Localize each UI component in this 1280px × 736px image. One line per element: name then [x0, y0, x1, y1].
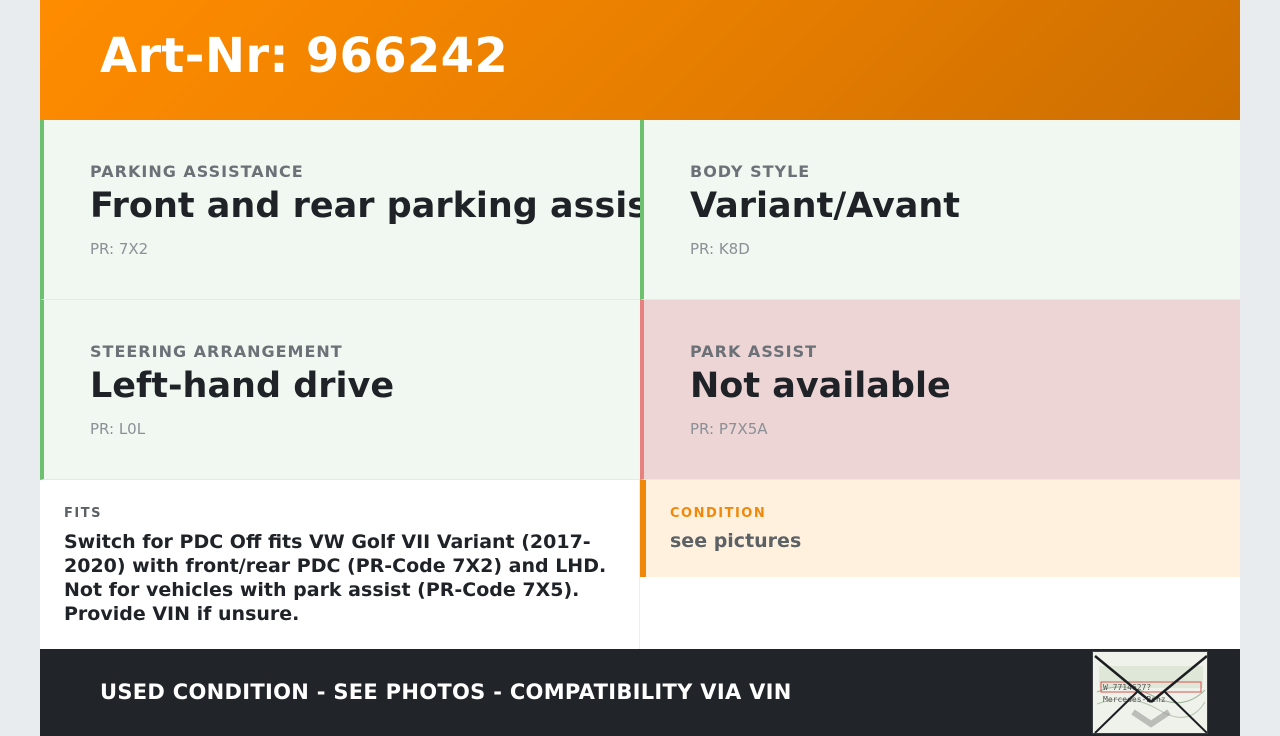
spec-label: PARK ASSIST [690, 342, 818, 361]
spec-pr-code: PR: L0L [90, 420, 146, 438]
condition-label: CONDITION [670, 506, 767, 521]
fits-section: FITS Switch for PDC Off fits VW Golf VII… [40, 480, 640, 649]
condition-section: CONDITION see pictures [640, 480, 1240, 577]
product-card: Art-Nr: 966242 PARKING ASSISTANCE Front … [40, 0, 1240, 736]
spec-parking-assistance: PARKING ASSISTANCE Front and rear parkin… [40, 120, 665, 300]
spec-park-assist: PARK ASSIST Not available PR: P7X5A [640, 300, 1240, 480]
spec-body-style: BODY STYLE Variant/Avant PR: K8D [640, 120, 1240, 300]
footer-text: USED CONDITION - SEE PHOTOS - COMPATIBIL… [100, 680, 792, 704]
spec-value: Variant/Avant [690, 186, 961, 226]
spec-pr-code: PR: P7X5A [690, 420, 768, 438]
spec-label: BODY STYLE [690, 162, 811, 181]
footer-bar: USED CONDITION - SEE PHOTOS - COMPATIBIL… [40, 649, 1240, 736]
article-number-title: Art-Nr: 966242 [100, 28, 509, 84]
fits-label: FITS [64, 506, 102, 521]
spec-label: STEERING ARRANGEMENT [90, 342, 343, 361]
spec-value: Left-hand drive [90, 366, 395, 406]
fits-text: Switch for PDC Off fits VW Golf VII Vari… [64, 531, 607, 625]
spec-value: Front and rear parking assist [90, 186, 665, 226]
spec-value: Not available [690, 366, 951, 406]
header-banner: Art-Nr: 966242 [40, 0, 1240, 120]
envelope-photo-icon: W 7714627? Mercedes-Benz [1093, 652, 1207, 733]
svg-text:W 7714627?: W 7714627? [1103, 683, 1151, 692]
spec-pr-code: PR: 7X2 [90, 240, 149, 258]
condition-text: see pictures [670, 530, 802, 552]
label-photo-thumbnail[interactable]: W 7714627? Mercedes-Benz [1092, 651, 1208, 734]
spec-label: PARKING ASSISTANCE [90, 162, 304, 181]
spec-steering-arrangement: STEERING ARRANGEMENT Left-hand drive PR:… [40, 300, 640, 480]
spec-pr-code: PR: K8D [690, 240, 750, 258]
